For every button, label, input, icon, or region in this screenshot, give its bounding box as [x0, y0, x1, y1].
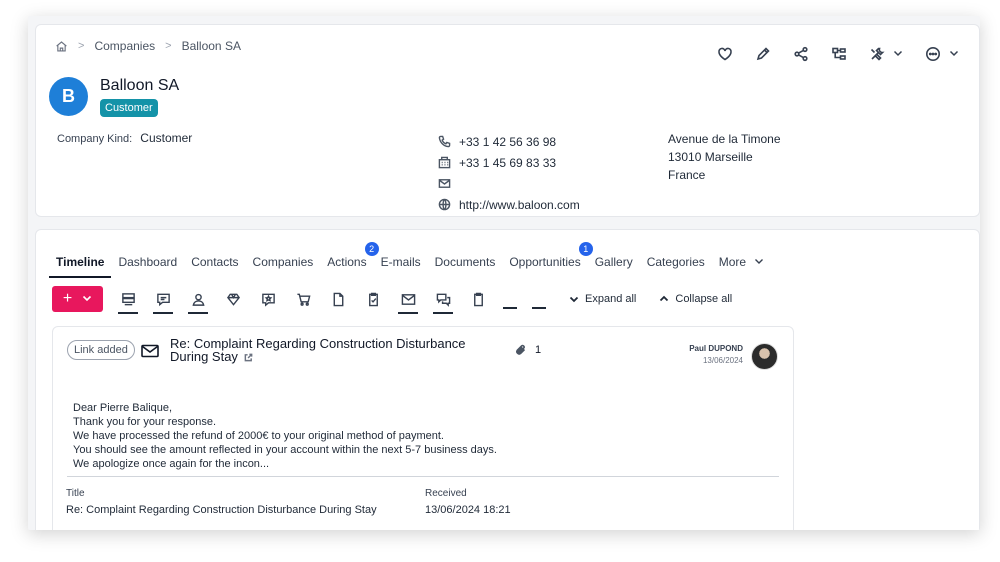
- received-value: 13/06/2024 18:21: [425, 504, 511, 516]
- attachment-count: 1: [535, 344, 542, 356]
- avatar[interactable]: [751, 343, 778, 370]
- collapse-all-button[interactable]: Collapse all: [659, 293, 732, 305]
- title-label: Title: [66, 488, 85, 499]
- sender-name: Paul DUPOND: [689, 344, 743, 353]
- email-filter-icon[interactable]: [398, 287, 418, 314]
- phone-icon: [438, 135, 451, 148]
- link-added-badge: Link added: [67, 340, 135, 360]
- company-kind: Company Kind: Customer: [57, 131, 192, 145]
- chevron-right-icon: >: [78, 40, 85, 52]
- timeline-card: Timeline Dashboard Contacts Companies Ac…: [35, 229, 980, 530]
- cart-filter-icon[interactable]: [293, 287, 313, 311]
- address-line: 13010 Marseille: [668, 150, 753, 164]
- server-filter-icon[interactable]: [118, 287, 138, 314]
- sender-info: Paul DUPOND 13/06/2024: [689, 344, 743, 365]
- company-name: Balloon SA: [100, 77, 180, 94]
- envelope-icon: [438, 179, 451, 188]
- chevron-right-icon: >: [165, 40, 172, 52]
- email-subject[interactable]: Re: Complaint Regarding Construction Dis…: [170, 337, 500, 364]
- chevron-down-icon: [82, 290, 92, 308]
- more-options-icon[interactable]: [925, 45, 959, 63]
- email-body-line: Thank you for your response.: [73, 416, 217, 428]
- comment-filter-icon[interactable]: [153, 287, 173, 314]
- attachments[interactable]: 1: [515, 344, 541, 356]
- email-body-line: We have processed the refund of 2000€ to…: [73, 430, 444, 442]
- tab-actions[interactable]: Actions 2: [320, 242, 379, 274]
- sender-date: 13/06/2024: [702, 356, 743, 365]
- chevron-down-icon[interactable]: [893, 45, 903, 63]
- fax-value[interactable]: +33 1 45 69 83 33: [459, 156, 556, 170]
- tab-gallery[interactable]: Gallery: [588, 250, 640, 274]
- external-link-icon[interactable]: [244, 351, 253, 364]
- timeline-toolbar: + Expand all Collapse all: [52, 286, 732, 314]
- company-kind-value: Customer: [140, 131, 193, 145]
- fax-icon: [438, 156, 451, 169]
- company-avatar: B: [49, 77, 88, 116]
- tab-documents[interactable]: Documents: [428, 250, 503, 274]
- breadcrumb-companies[interactable]: Companies: [94, 39, 155, 53]
- chevron-down-icon: [569, 296, 579, 303]
- tab-dashboard[interactable]: Dashboard: [111, 250, 184, 274]
- chevron-down-icon: [754, 255, 764, 269]
- divider: [67, 476, 779, 477]
- chat-star-filter-icon[interactable]: [258, 287, 278, 311]
- document-filter-icon[interactable]: [328, 287, 348, 311]
- tab-emails[interactable]: E-mails: [374, 250, 428, 274]
- diamond-filter-icon[interactable]: [223, 287, 243, 311]
- app-window: > Companies > Balloon SA B Balloon SA Cu…: [28, 16, 980, 530]
- phone-value[interactable]: +33 1 42 56 36 98: [459, 135, 556, 149]
- home-icon[interactable]: [55, 40, 68, 53]
- title-value: Re: Complaint Regarding Construction Dis…: [66, 504, 377, 516]
- phone-row: +33 1 42 56 36 98: [438, 131, 580, 152]
- tab-timeline[interactable]: Timeline: [49, 250, 112, 278]
- envelope-icon: [140, 341, 160, 366]
- company-type-badge: Customer: [100, 99, 158, 117]
- chevron-down-icon[interactable]: [949, 45, 959, 63]
- email-body-line: Dear Pierre Balique,: [73, 402, 173, 414]
- address-line: Avenue de la Timone: [668, 132, 781, 146]
- fax-row: +33 1 45 69 83 33: [438, 152, 580, 173]
- tab-bar: Timeline Dashboard Contacts Companies Ac…: [49, 242, 771, 278]
- plus-icon: +: [62, 290, 73, 307]
- clipboard-filter-icon[interactable]: [468, 287, 488, 311]
- breadcrumb: > Companies > Balloon SA: [55, 39, 241, 53]
- website-row: http://www.baloon.com: [438, 194, 580, 215]
- tab-companies[interactable]: Companies: [246, 250, 321, 274]
- tab-categories[interactable]: Categories: [640, 250, 712, 274]
- company-header-card: > Companies > Balloon SA B Balloon SA Cu…: [35, 24, 980, 217]
- email-body-line: We apologize once again for the incon...: [73, 458, 270, 470]
- messages-filter-icon[interactable]: [433, 287, 453, 314]
- hierarchy-icon[interactable]: [831, 46, 847, 62]
- email-row: [438, 173, 580, 194]
- email-body-line: You should see the amount reflected in y…: [73, 444, 497, 456]
- contact-info: +33 1 42 56 36 98 +33 1 45 69 83 33 http…: [438, 131, 580, 215]
- heart-icon[interactable]: [717, 46, 733, 62]
- expand-all-button[interactable]: Expand all: [569, 293, 636, 305]
- globe-icon: [438, 198, 451, 211]
- company-kind-label: Company Kind:: [57, 133, 133, 145]
- contact-filter-icon[interactable]: [188, 287, 208, 314]
- tab-more[interactable]: More: [712, 250, 771, 274]
- received-label: Received: [425, 488, 467, 499]
- header-actions: [717, 45, 959, 63]
- clipboard-check-filter-icon[interactable]: [363, 287, 383, 311]
- tab-contacts[interactable]: Contacts: [184, 250, 245, 274]
- pencil-icon[interactable]: [755, 46, 771, 62]
- add-button[interactable]: +: [52, 286, 103, 312]
- address-line: France: [668, 168, 706, 182]
- filter-placeholder[interactable]: [532, 307, 546, 309]
- share-icon[interactable]: [793, 46, 809, 62]
- address-block: Avenue de la Timone 13010 Marseille Fran…: [668, 130, 781, 184]
- website-value[interactable]: http://www.baloon.com: [459, 198, 580, 212]
- chevron-up-icon: [660, 295, 669, 302]
- email-body: Dear Pierre Balique, Thank you for your …: [73, 401, 497, 471]
- filter-placeholder[interactable]: [503, 307, 517, 309]
- breadcrumb-current: Balloon SA: [181, 39, 241, 53]
- timeline-email-item[interactable]: Link added Re: Complaint Regarding Const…: [52, 326, 794, 530]
- paperclip-icon: [516, 344, 526, 355]
- tools-icon[interactable]: [869, 45, 903, 63]
- tab-opportunities[interactable]: Opportunities 1: [502, 242, 593, 274]
